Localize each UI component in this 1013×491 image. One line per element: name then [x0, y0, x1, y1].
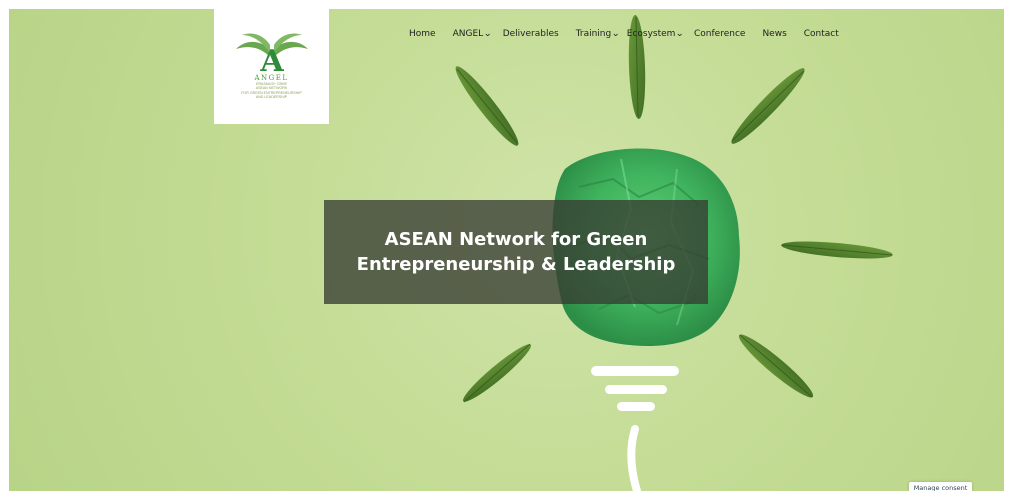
- site-logo[interactable]: A ANGEL ERASMUS+ CBHE ASEAN NETWORK FOR …: [214, 9, 329, 124]
- nav-item-label: News: [762, 29, 787, 39]
- chevron-down-icon: ⌄: [611, 28, 621, 39]
- nav-item-label: Deliverables: [502, 29, 559, 39]
- chevron-down-icon: ⌄: [483, 28, 493, 39]
- nav-item-home[interactable]: Home: [409, 29, 436, 39]
- chevron-down-icon: ⌄: [675, 28, 685, 39]
- nav-item-label: Contact: [803, 29, 839, 39]
- nav-item-label: Ecosystem: [626, 29, 676, 39]
- hero-title-line-2: Entrepreneurship & Leadership: [356, 254, 676, 275]
- hero-headline-box: ASEAN Network for Green Entrepreneurship…: [324, 200, 708, 304]
- nav-item-label: Conference: [694, 29, 746, 39]
- nav-item-label: Home: [409, 29, 436, 39]
- logo-tagline-4: AND LEADERSHIP: [255, 95, 288, 100]
- wings-logo-icon: A: [235, 33, 308, 73]
- nav-item-angel[interactable]: ANGEL ⌄: [452, 28, 493, 39]
- bulb-base-lines: [591, 366, 679, 491]
- manage-consent-button[interactable]: Manage consent: [909, 482, 972, 491]
- nav-item-news[interactable]: News: [762, 29, 786, 39]
- nav-item-label: ANGEL: [452, 29, 484, 39]
- nav-item-contact[interactable]: Contact: [804, 29, 839, 39]
- nav-item-conference[interactable]: Conference: [694, 29, 745, 39]
- main-navigation: Home ANGEL ⌄ Deliverables Training ⌄ Eco…: [409, 27, 839, 41]
- page: A ANGEL ERASMUS+ CBHE ASEAN NETWORK FOR …: [0, 0, 1013, 491]
- hero-title-line-1: ASEAN Network for Green: [384, 229, 648, 250]
- nav-item-deliverables[interactable]: Deliverables: [503, 29, 559, 39]
- logo-name: ANGEL: [254, 74, 289, 82]
- nav-item-training[interactable]: Training ⌄: [575, 28, 621, 39]
- nav-item-label: Training: [575, 29, 612, 39]
- nav-item-ecosystem[interactable]: Ecosystem ⌄: [626, 28, 685, 39]
- logo-letter: A: [259, 44, 284, 73]
